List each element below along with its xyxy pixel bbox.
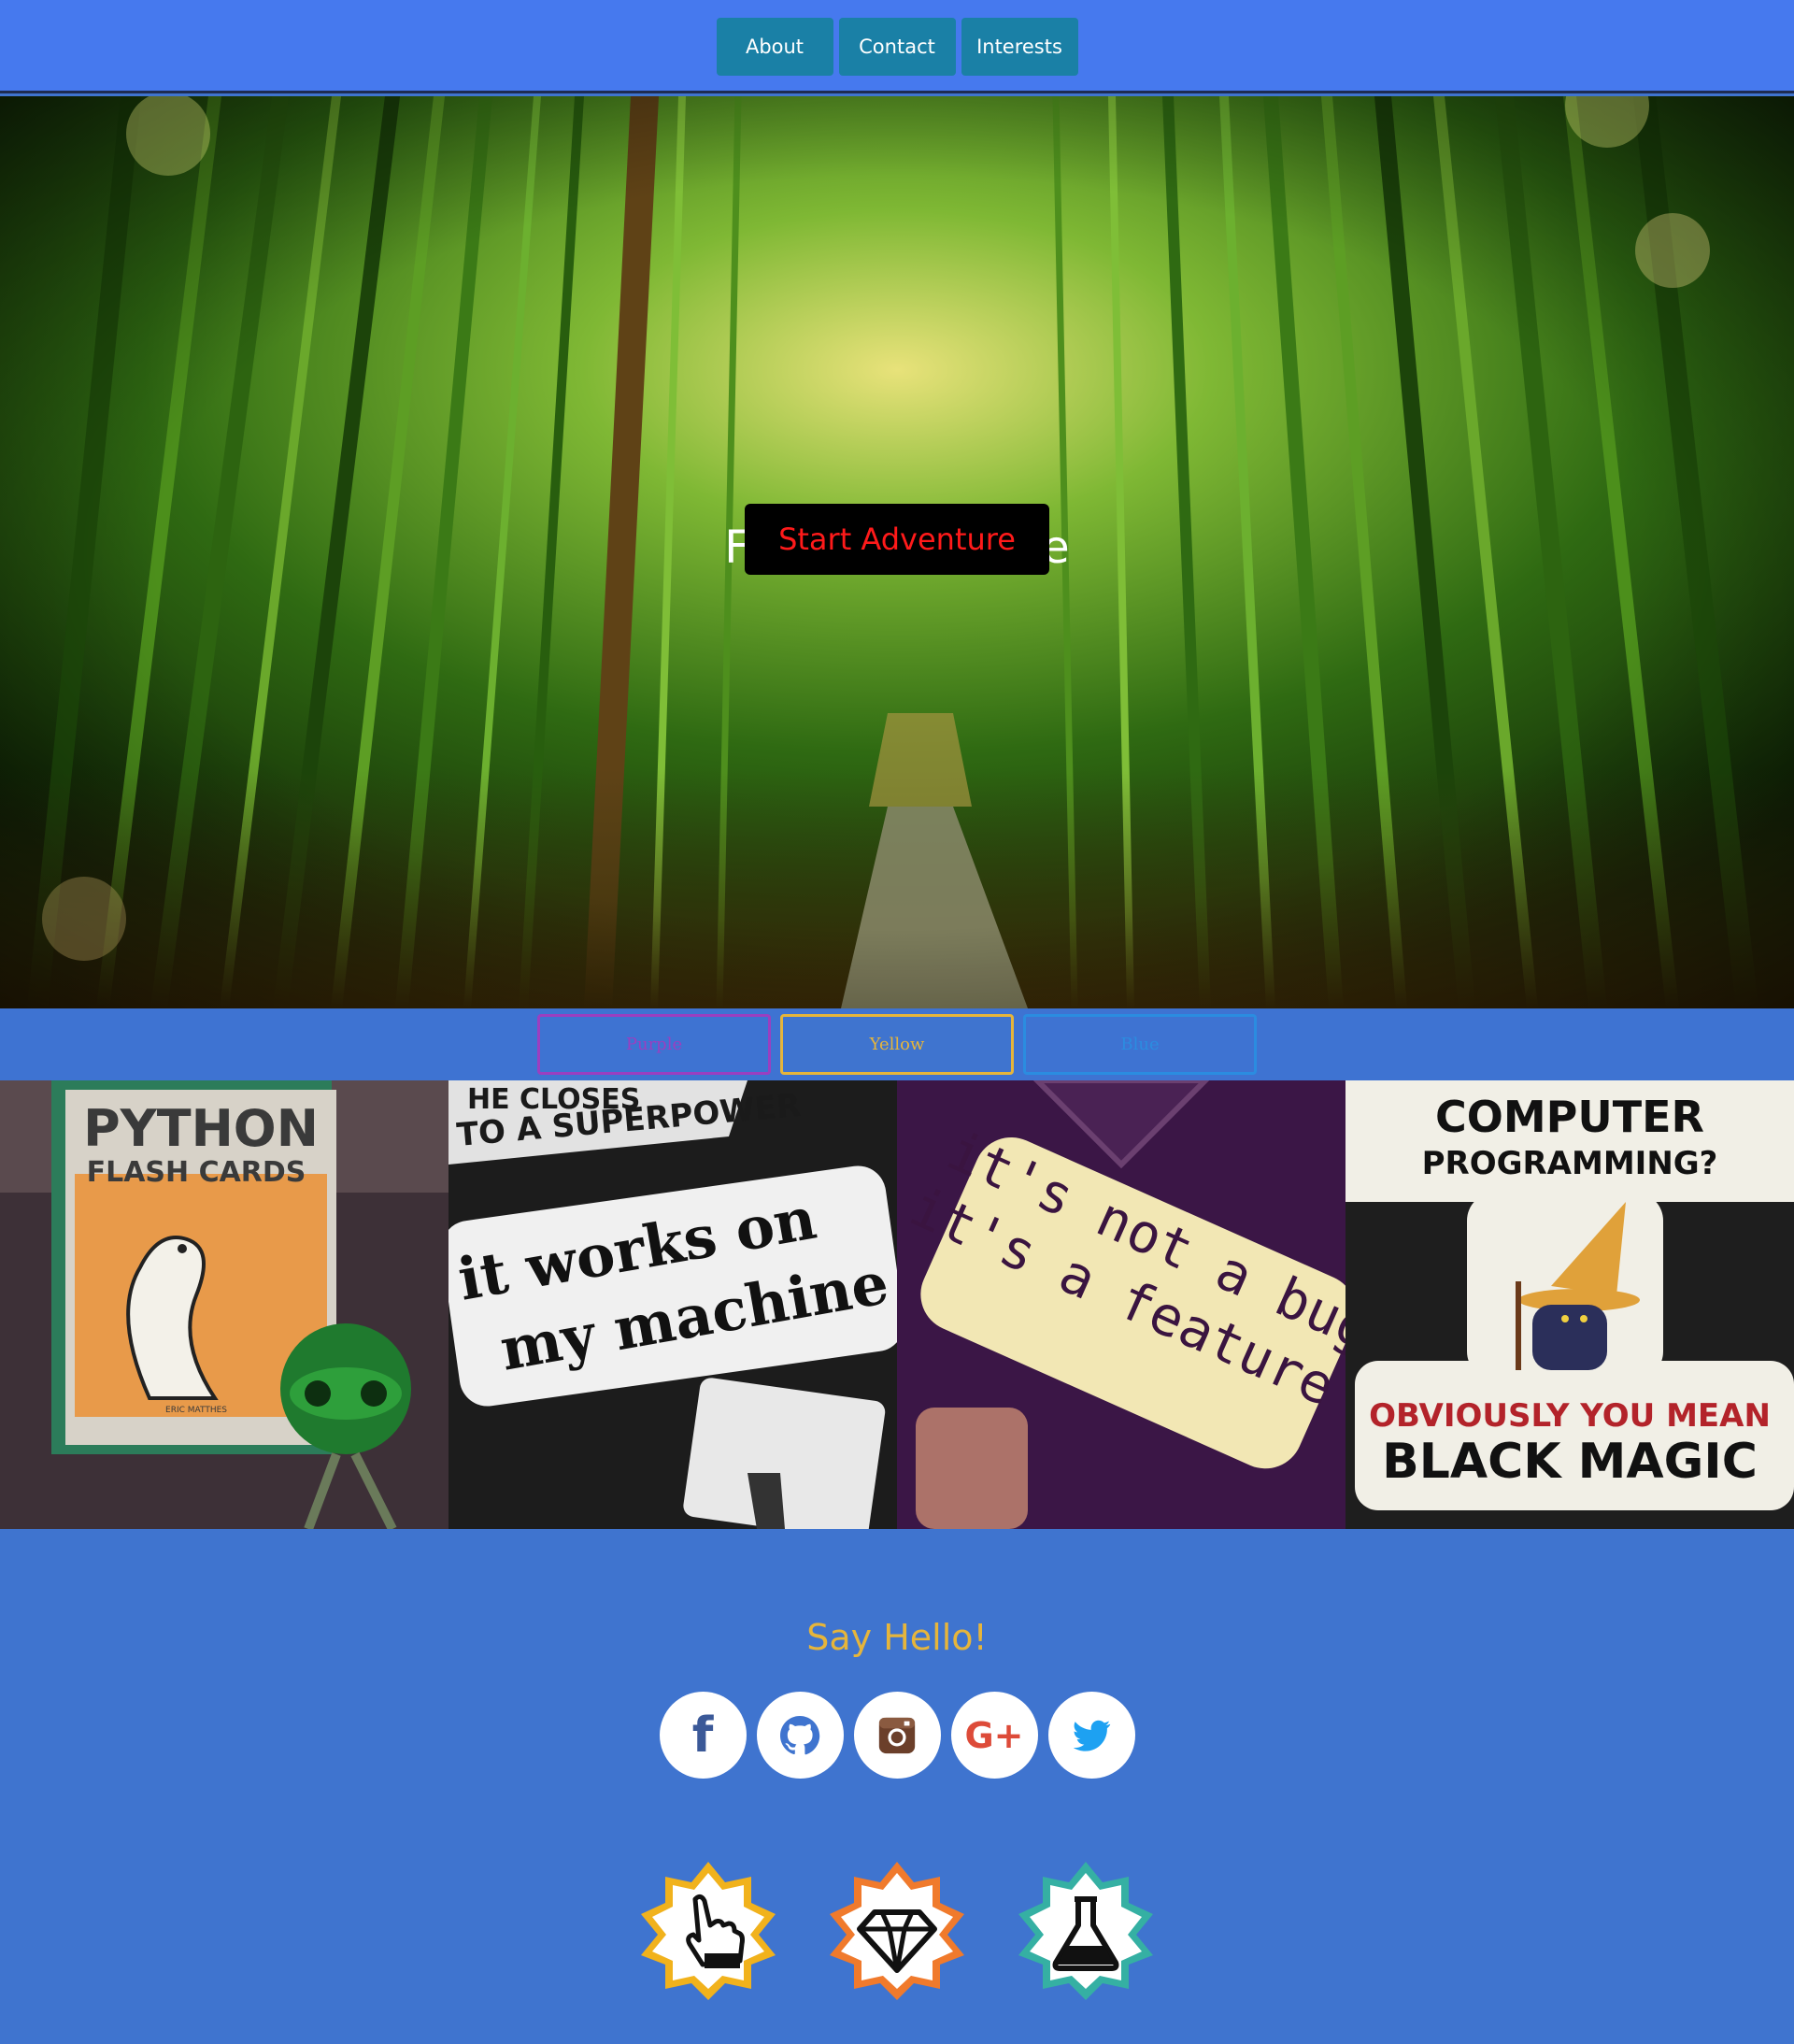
gallery-tile-not-a-bug[interactable]: it's not a bug it's a feature xyxy=(897,1080,1346,1529)
social-links: f G+ xyxy=(0,1692,1794,1779)
theme-switcher: Purple Yellow Blue xyxy=(0,1008,1794,1080)
tile-python-title: PYTHON xyxy=(83,1099,319,1158)
instagram-icon xyxy=(878,1717,916,1753)
start-adventure-button[interactable]: Start Adventure xyxy=(745,504,1049,575)
tile-magic-line4: BLACK MAGIC xyxy=(1382,1434,1758,1490)
not-a-bug-image: it's not a bug it's a feature xyxy=(897,1080,1346,1529)
badge-diamond xyxy=(826,1860,968,2002)
tile-magic-line1: COMPUTER xyxy=(1435,1092,1704,1142)
hero-section: Feel the Nature Start Adventure xyxy=(0,96,1794,1008)
tile-python-author: ERIC MATTHES xyxy=(165,1406,227,1415)
github-link[interactable] xyxy=(756,1692,844,1779)
twitter-icon xyxy=(1073,1720,1111,1751)
python-flash-cards-image: PYTHON FLASH CARDS ERIC MATTHES xyxy=(0,1080,448,1529)
facebook-link[interactable]: f xyxy=(659,1692,747,1779)
gallery-tile-python-flash-cards[interactable]: PYTHON FLASH CARDS ERIC MATTHES xyxy=(0,1080,448,1529)
github-icon xyxy=(780,1715,820,1754)
google-plus-link[interactable]: G+ xyxy=(950,1692,1038,1779)
works-on-my-machine-image: HE CLOSES TO A SUPERPOWER it works on my… xyxy=(448,1080,897,1529)
skill-badges xyxy=(0,1860,1794,2002)
twitter-link[interactable] xyxy=(1047,1692,1135,1779)
facebook-icon: f xyxy=(691,1707,714,1764)
google-plus-icon: G+ xyxy=(964,1714,1024,1756)
theme-yellow-button[interactable]: Yellow xyxy=(780,1014,1014,1075)
badge-flask xyxy=(1015,1860,1157,2002)
diamond-icon xyxy=(830,1862,964,2000)
tile-python-subtitle: FLASH CARDS xyxy=(87,1156,306,1189)
nav-interests-button[interactable]: Interests xyxy=(961,18,1078,76)
say-hello-title: Say Hello! xyxy=(806,1617,988,1658)
nav-contact-button[interactable]: Contact xyxy=(838,18,956,76)
top-navbar: About Contact Interests xyxy=(0,0,1794,93)
instagram-link[interactable] xyxy=(853,1692,941,1779)
tile-magic-line2: PROGRAMMING? xyxy=(1422,1145,1718,1182)
theme-blue-button[interactable]: Blue xyxy=(1023,1014,1257,1075)
gallery-tile-black-magic[interactable]: COMPUTER PROGRAMMING? OBVIOUSLY YOU MEAN… xyxy=(1346,1080,1794,1529)
nav-about-button[interactable]: About xyxy=(716,18,833,76)
theme-purple-button[interactable]: Purple xyxy=(537,1014,771,1075)
flask-icon xyxy=(1018,1862,1153,2000)
gallery-tile-works-on-my-machine[interactable]: HE CLOSES TO A SUPERPOWER it works on my… xyxy=(448,1080,897,1529)
black-magic-image: COMPUTER PROGRAMMING? OBVIOUSLY YOU MEAN… xyxy=(1346,1080,1794,1529)
badge-pointer xyxy=(637,1860,779,2002)
pointer-hand-icon xyxy=(641,1862,776,2000)
interests-gallery: PYTHON FLASH CARDS ERIC MATTHES HE CLOSE… xyxy=(0,1080,1794,1529)
tile-magic-line3: OBVIOUSLY YOU MEAN xyxy=(1369,1397,1771,1435)
